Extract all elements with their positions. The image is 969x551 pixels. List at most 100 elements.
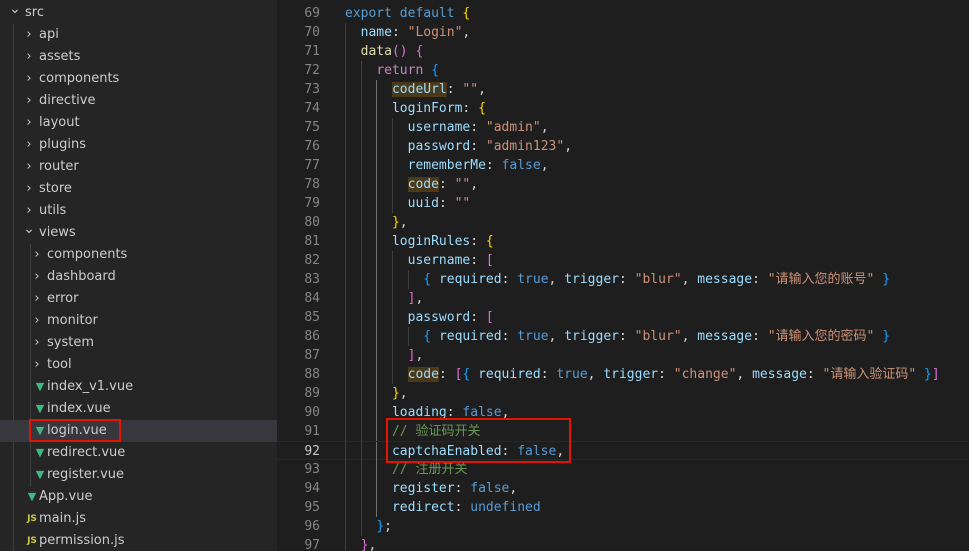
- explorer-item-monitor[interactable]: › monitor: [0, 310, 277, 332]
- explorer-item-api[interactable]: › api: [0, 24, 277, 46]
- explorer-item-register-vue[interactable]: ▼ register.vue: [0, 464, 277, 486]
- code-line[interactable]: 90 loading: false,: [277, 403, 969, 422]
- code-line[interactable]: 74 loginForm: {: [277, 99, 969, 118]
- code-token: :: [470, 253, 486, 268]
- code-line[interactable]: 77 rememberMe: false,: [277, 156, 969, 175]
- code-token: :: [454, 481, 471, 496]
- code-line[interactable]: 70 name: "Login",: [277, 23, 969, 42]
- explorer-item-utils[interactable]: › utils: [0, 200, 277, 222]
- line-number: 81: [304, 234, 320, 249]
- chevron-right-icon: ›: [26, 27, 32, 42]
- code-editor[interactable]: 69 export default {70 name: "Login", 71 data…: [277, 0, 969, 551]
- explorer-item-app-vue[interactable]: ▼ App.vue: [0, 486, 277, 508]
- explorer-item-router[interactable]: › router: [0, 156, 277, 178]
- code-token: undefined: [470, 500, 541, 515]
- code-token: :: [752, 329, 768, 344]
- code-line[interactable]: 84],: [277, 289, 969, 308]
- code-line[interactable]: 83 { required: true, trigger: "blur", mes…: [277, 270, 969, 289]
- indent-guide: [345, 384, 346, 403]
- code-token: {: [485, 234, 494, 249]
- explorer-item-redirect-vue[interactable]: ▼ redirect.vue: [0, 442, 277, 464]
- code-token: trigger: [564, 272, 619, 287]
- code-line[interactable]: 88 code: [{ required: true, trigger: "cha…: [277, 365, 969, 384]
- code-token: }: [924, 367, 932, 382]
- explorer-item-label: App.vue: [39, 489, 93, 504]
- explorer-item-index-vue[interactable]: ▼ index.vue: [0, 398, 277, 420]
- code-line[interactable]: 91// 验证码开关: [277, 422, 969, 441]
- indent-guide: [391, 118, 393, 137]
- explorer-item-tool[interactable]: › tool: [0, 354, 277, 376]
- line-number: 87: [304, 348, 320, 363]
- indent-guide: [345, 80, 346, 99]
- explorer-item-label: index_v1.vue: [47, 379, 134, 394]
- indent-guide: [376, 479, 378, 498]
- code-token: :: [501, 329, 518, 344]
- code-token: rememberMe: [407, 158, 486, 173]
- code-line[interactable]: 69 export default {: [277, 4, 969, 23]
- explorer-item-dashboard[interactable]: › dashboard: [0, 266, 277, 288]
- indent-guide: [345, 137, 346, 156]
- code-line[interactable]: 94 register: false,: [277, 479, 969, 498]
- code-line[interactable]: 95 redirect: undefined: [277, 498, 969, 517]
- code-line[interactable]: 85 password: [: [277, 308, 969, 327]
- code-text: { required: true, trigger: "blur", messa…: [423, 270, 890, 289]
- code-line[interactable]: 97},: [277, 536, 969, 551]
- indent-guide: [391, 308, 393, 327]
- explorer-item-plugins[interactable]: › plugins: [0, 134, 277, 156]
- code-token: :: [501, 272, 518, 287]
- code-line[interactable]: 93 // 注册开关: [277, 460, 969, 479]
- indent-guide: [360, 251, 362, 270]
- explorer-item-components[interactable]: › components: [0, 68, 277, 90]
- explorer-item-error[interactable]: › error: [0, 288, 277, 310]
- code-line[interactable]: 81 loginRules: {: [277, 232, 969, 251]
- code-text: },: [392, 213, 408, 232]
- code-token: :: [540, 367, 557, 382]
- indent-guide: [391, 346, 393, 365]
- code-token: password: [407, 310, 471, 325]
- indent-guide: [345, 118, 346, 137]
- indent-guide: [360, 403, 362, 422]
- code-token: "请输入您的密码": [767, 329, 875, 344]
- code-line[interactable]: 80},: [277, 213, 969, 232]
- line-number: 76: [304, 139, 320, 154]
- code-token: }: [882, 272, 891, 287]
- code-line[interactable]: 87],: [277, 346, 969, 365]
- code-line[interactable]: 89},: [277, 384, 969, 403]
- line-number: 94: [304, 481, 320, 496]
- code-line[interactable]: 92 captchaEnabled: false,: [277, 441, 969, 461]
- code-text: register: false,: [392, 479, 517, 498]
- indent-guide: [391, 175, 393, 194]
- indent-guide: [360, 194, 362, 213]
- explorer-item-directive[interactable]: › directive: [0, 90, 277, 112]
- vue-file-icon: ▼: [27, 490, 37, 503]
- code-token: :: [446, 82, 463, 97]
- explorer-item-src[interactable]: ⌄ src: [0, 1, 277, 24]
- code-line[interactable]: 86 { required: true, trigger: "blur", mes…: [277, 327, 969, 346]
- explorer-item-permission-js[interactable]: JS permission.js: [0, 530, 277, 551]
- code-line[interactable]: 75 username: "admin",: [277, 118, 969, 137]
- explorer-item-views[interactable]: ⌄ views: [0, 221, 277, 244]
- code-line[interactable]: 96};: [277, 517, 969, 536]
- explorer-item-label: system: [47, 335, 94, 350]
- explorer-item-system[interactable]: › system: [0, 332, 277, 354]
- code-line[interactable]: 73 codeUrl: "",: [277, 80, 969, 99]
- code-token: :: [619, 329, 635, 344]
- code-line[interactable]: 79 uuid: "": [277, 194, 969, 213]
- chevron-right-icon: ›: [26, 181, 32, 196]
- code-text: },: [392, 384, 408, 403]
- code-line[interactable]: 76 password: "admin123",: [277, 137, 969, 156]
- code-token: ,: [509, 481, 518, 496]
- explorer-item-main-js[interactable]: JS main.js: [0, 508, 277, 530]
- code-line[interactable]: 82 username: [: [277, 251, 969, 270]
- code-line[interactable]: 78 code: "",: [277, 175, 969, 194]
- annotation-box: [386, 418, 571, 463]
- code-line[interactable]: 71 data() {: [277, 42, 969, 61]
- explorer-item-assets[interactable]: › assets: [0, 46, 277, 68]
- explorer-item-components[interactable]: › components: [0, 244, 277, 266]
- explorer-item-index-v1-vue[interactable]: ▼ index_v1.vue: [0, 376, 277, 398]
- code-line[interactable]: 72 return {: [277, 61, 969, 80]
- explorer-item-store[interactable]: › store: [0, 178, 277, 200]
- code-token: true: [517, 329, 549, 344]
- code-token: ,: [548, 329, 565, 344]
- explorer-item-layout[interactable]: › layout: [0, 112, 277, 134]
